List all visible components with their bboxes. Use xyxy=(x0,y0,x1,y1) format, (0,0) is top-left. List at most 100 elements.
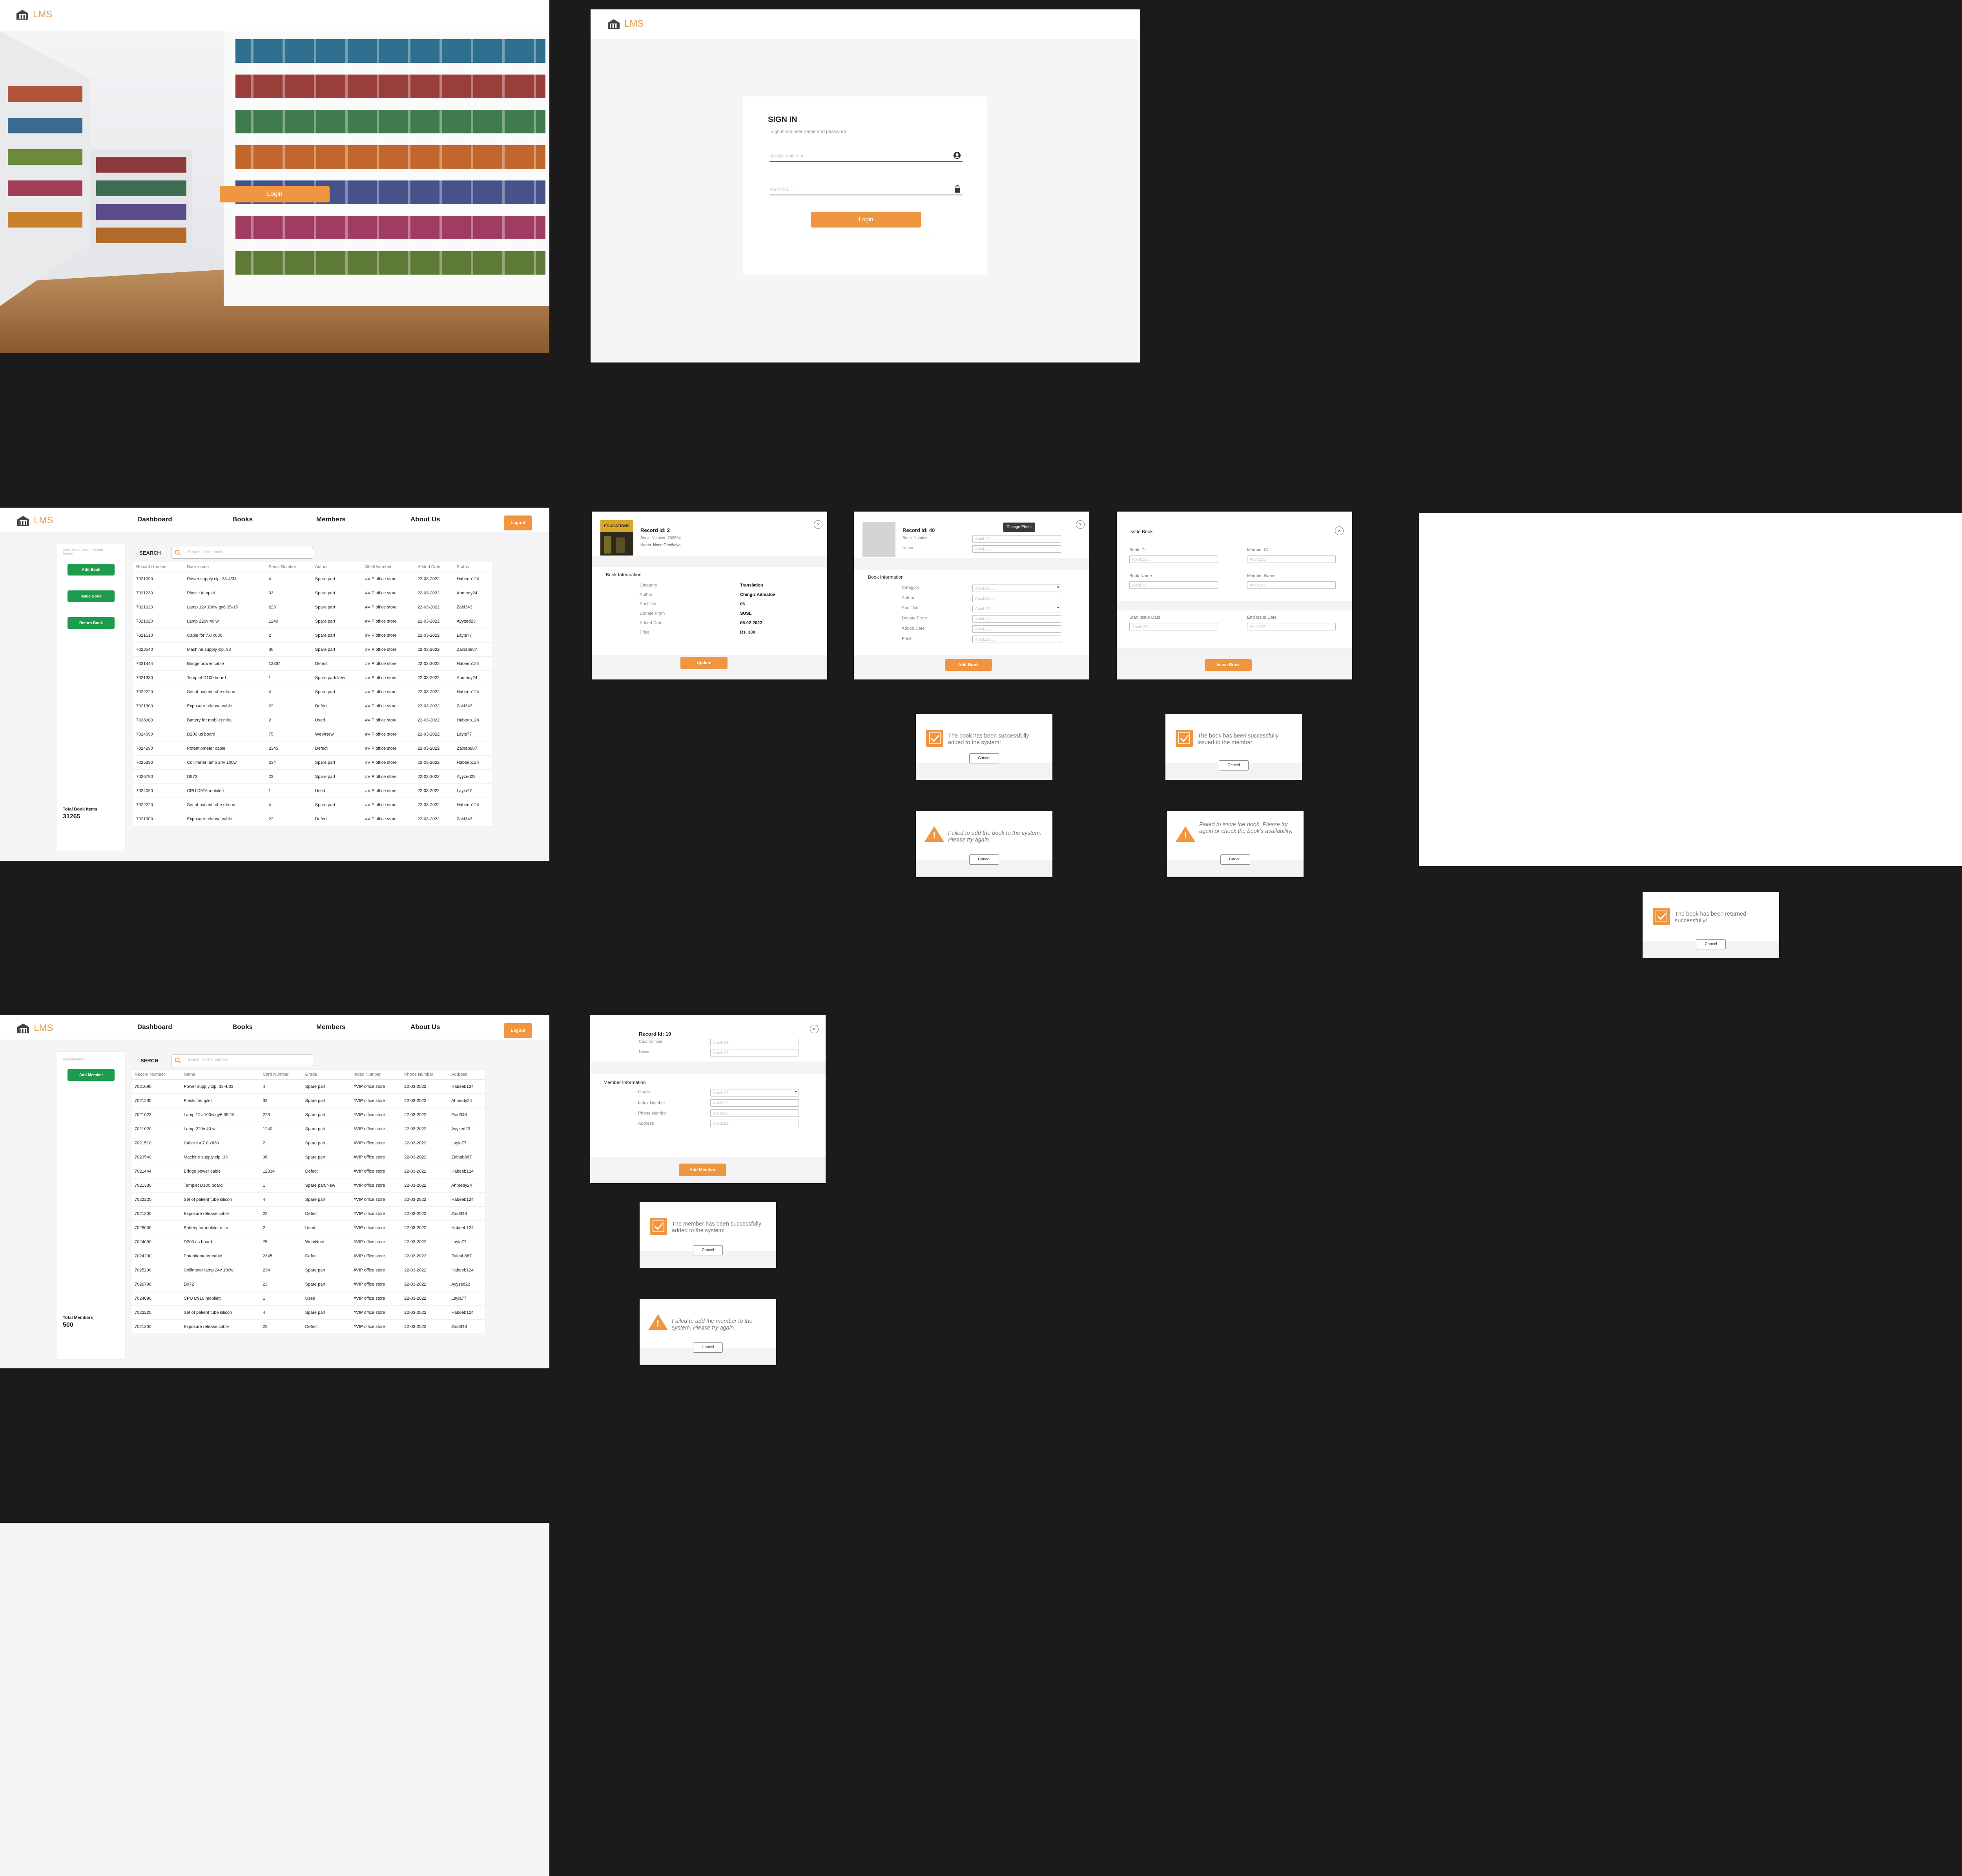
table-row[interactable]: 7021510 Cable for 7.0 x630 2 Spare part #VIP… xyxy=(131,1136,485,1150)
table-row[interactable]: 7021330 Templet D100 board 1 Spare part/New… xyxy=(131,1178,485,1193)
table-cell: Habeeb124 xyxy=(453,713,492,727)
table-row[interactable]: 7021300 Exposure release cable 22 Defect #VI… xyxy=(133,699,492,713)
table-cell: Spare part xyxy=(302,1136,351,1150)
cancel-button[interactable]: Cancel xyxy=(693,1245,723,1255)
photo-placeholder[interactable] xyxy=(862,522,895,557)
table-cell: 22 xyxy=(265,812,312,826)
table-row[interactable]: 7021300 Exposure release cable 22 Defect #VI… xyxy=(131,1319,485,1334)
price-input[interactable]: Abcd123... xyxy=(972,636,1061,643)
phone-number-input[interactable]: Abcd123... xyxy=(710,1109,799,1117)
grade-select[interactable]: Abcd123... xyxy=(710,1089,799,1096)
table-row[interactable]: 7022220 Set of patient tube silicon 4 Spare… xyxy=(131,1192,485,1207)
table-row[interactable]: 7024290 Potentiometer cable 2345 Defect #VIP… xyxy=(131,1249,485,1263)
cancel-button[interactable]: Cancel xyxy=(1220,854,1250,865)
update-button[interactable]: Update xyxy=(680,657,728,669)
table-row[interactable]: 7021300 Exposure release cable 22 Defect #VI… xyxy=(133,812,492,826)
return-book-button[interactable]: Return Book xyxy=(67,617,115,629)
table-row[interactable]: 7028000 Battery for mobilet mira 2 Used #VIP… xyxy=(131,1220,485,1235)
nav-about[interactable]: About Us xyxy=(410,1023,440,1031)
signin-login-button[interactable]: Login xyxy=(811,212,921,228)
table-row[interactable]: 7028000 Battery for mobilet mira 2 Used #VIP… xyxy=(133,713,492,727)
table-row[interactable]: 7024290 Potentiometer cable 2345 Defect #VIP… xyxy=(133,741,492,756)
name-input[interactable]: Abcd123... xyxy=(972,545,1061,553)
table-row[interactable]: 7025290 Collimeter lamp 24v 100w 234 Spare … xyxy=(131,1263,485,1277)
issue-book-button[interactable]: Issue Book xyxy=(67,590,115,602)
index-number-input[interactable]: Abcd123... xyxy=(710,1099,799,1107)
table-row[interactable]: 7025290 Collimeter lamp 24v 100w 234 Spare … xyxy=(133,755,492,770)
table-row[interactable]: 7021330 Templet D100 board 1 Spare part/New… xyxy=(133,670,492,685)
author-input[interactable]: Abcd123... xyxy=(972,595,1061,602)
nav-dashboard[interactable]: Dashboard xyxy=(137,1023,172,1031)
member-search-input[interactable]: Search for the member xyxy=(171,1055,313,1066)
nav-dashboard[interactable]: Dashboard xyxy=(137,515,172,523)
email-field[interactable]: abc@gmail.com xyxy=(769,151,963,162)
member-id-input[interactable]: Abcd123... xyxy=(1247,556,1336,563)
table-row[interactable]: 7023540 Machine supply clp. 33 36 Spare par… xyxy=(133,642,492,657)
serial-input[interactable]: Abcd123... xyxy=(972,535,1061,543)
table-cell: Defect xyxy=(312,741,362,756)
member-name-input[interactable]: Abcd123... xyxy=(1247,581,1336,589)
card-number-input[interactable]: Abcd123... xyxy=(710,1039,799,1046)
nav-books[interactable]: Books xyxy=(232,515,253,523)
landing-login-button[interactable]: Login xyxy=(220,186,330,202)
table-row[interactable]: 7024090 CPU D916 mobilett 1 Used #VIP office… xyxy=(131,1291,485,1306)
add-book-submit-button[interactable]: Add Book xyxy=(945,659,992,671)
start-date-input[interactable]: Abcd123... xyxy=(1129,623,1218,630)
table-row[interactable]: 7024090 D200 us board 75 Web/New #VIP office… xyxy=(133,727,492,741)
book-name-input[interactable]: Abcd123... xyxy=(1129,581,1218,589)
table-row[interactable]: 7021023 Lamp 12v 100w gy6.35-15 223 Spare p… xyxy=(131,1107,485,1122)
nav-about[interactable]: About Us xyxy=(410,515,440,523)
cancel-button[interactable]: Cancel xyxy=(1696,939,1726,949)
table-row[interactable]: 7024090 CPU D916 mobilett 1 Used #VIP office… xyxy=(133,783,492,798)
nav-books[interactable]: Books xyxy=(232,1023,253,1031)
category-select[interactable]: Abcd123... xyxy=(972,585,1061,592)
table-row[interactable]: 7021020 Lamp 220v 40 w 1240 Spare part #VIP … xyxy=(133,614,492,628)
added-date-input[interactable]: Abcd123... xyxy=(972,625,1061,633)
issue-book-submit-button[interactable]: Issue Book xyxy=(1205,659,1252,671)
close-icon[interactable]: × xyxy=(1076,520,1085,529)
close-icon[interactable]: × xyxy=(810,1025,819,1033)
address-input[interactable]: Abcd123... xyxy=(710,1120,799,1127)
nav-members[interactable]: Members xyxy=(316,1023,346,1031)
cancel-button[interactable]: Cancel xyxy=(969,753,999,763)
table-row[interactable]: 7021090 Power supply clp. 33-4/33 4 Spare p… xyxy=(131,1079,485,1094)
add-member-submit-button[interactable]: Add Member xyxy=(679,1164,726,1176)
table-cell: Defect xyxy=(302,1249,351,1263)
book-search-input[interactable]: Search for the book xyxy=(171,547,313,559)
add-member-button[interactable]: Add Member xyxy=(67,1069,115,1081)
table-row[interactable]: 7026790 D972 23 Spare part #VIP office store… xyxy=(133,769,492,784)
table-row[interactable]: 7022220 Set of patient tube silicon 4 Spare… xyxy=(133,685,492,699)
table-row[interactable]: 7021230 Plastic templet 33 Spare part #VIP o… xyxy=(133,586,492,600)
book-issued-dialog: The book has been successfully issued to… xyxy=(1165,714,1302,780)
donate-input[interactable]: Abcd123... xyxy=(972,615,1061,623)
cancel-button[interactable]: Cancel xyxy=(969,854,999,865)
book-id-input[interactable]: Abcd123... xyxy=(1129,556,1218,563)
table-row[interactable]: 7021090 Power supply clp. 33-4/33 4 Spare p… xyxy=(133,572,492,586)
table-row[interactable]: 7021023 Lamp 12v 100w gy6.35-15 223 Spare p… xyxy=(133,600,492,614)
cancel-button[interactable]: Cancel xyxy=(693,1342,723,1353)
add-book-button[interactable]: Add Book xyxy=(67,564,115,576)
table-row[interactable]: 7024090 D200 us board 75 Web/New #VIP office… xyxy=(131,1235,485,1249)
logout-button[interactable]: Logout xyxy=(504,515,532,530)
end-date-input[interactable]: Abcd123... xyxy=(1247,623,1336,630)
password-field[interactable]: Asd2225.... xyxy=(769,185,963,195)
logout-button[interactable]: Logout xyxy=(504,1023,532,1038)
member-name-input[interactable]: Abcd123... xyxy=(710,1049,799,1056)
table-row[interactable]: 7021444 Bridge power cable 12334 Defect #VIP… xyxy=(133,656,492,671)
table-row[interactable]: 7021230 Plastic templet 33 Spare part #VIP o… xyxy=(131,1093,485,1108)
close-icon[interactable]: × xyxy=(814,520,822,529)
nav-members[interactable]: Members xyxy=(316,515,346,523)
close-icon[interactable]: × xyxy=(1335,526,1344,535)
shelf-select[interactable]: Abcd123... xyxy=(972,605,1061,612)
change-photo-button[interactable]: Change Photo xyxy=(1003,523,1035,532)
table-row[interactable]: 7021444 Bridge power cable 12334 Defect #VIP… xyxy=(131,1164,485,1178)
table-row[interactable]: 7023540 Machine supply clp. 33 36 Spare par… xyxy=(131,1150,485,1164)
table-cell: 33 xyxy=(265,586,312,600)
table-row[interactable]: 7022220 Set of patient tube silicon 4 Spare… xyxy=(133,798,492,812)
table-row[interactable]: 7026790 D972 23 Spare part #VIP office store… xyxy=(131,1277,485,1291)
table-row[interactable]: 7021300 Exposure release cable 22 Defect #VI… xyxy=(131,1206,485,1221)
table-row[interactable]: 7022220 Set of patient tube silicon 4 Spare… xyxy=(131,1305,485,1320)
cancel-button[interactable]: Cancel xyxy=(1219,760,1249,770)
table-row[interactable]: 7021020 Lamp 220v 40 w 1240 Spare part #VIP … xyxy=(131,1122,485,1136)
table-row[interactable]: 7021510 Cable for 7.0 x630 2 Spare part #VIP… xyxy=(133,628,492,643)
